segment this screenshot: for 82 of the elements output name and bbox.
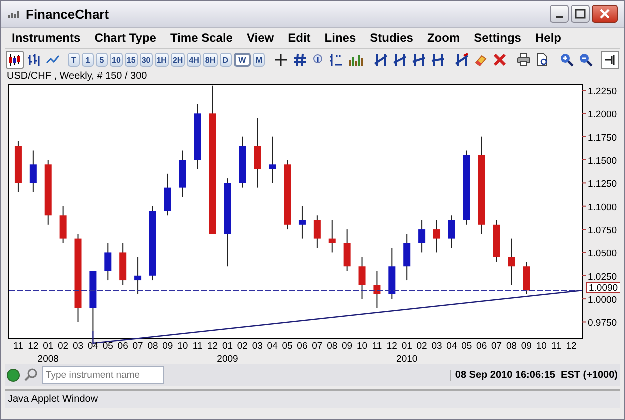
time-axis-label: 10 [178, 341, 188, 352]
menu-item[interactable]: Help [530, 31, 566, 45]
price-axis-label: 1.0000 [588, 295, 618, 306]
time-axis-label: 02 [416, 341, 428, 352]
time-axis-label: 10 [536, 341, 547, 352]
year-label: 2009 [217, 354, 238, 364]
timeframe-button[interactable]: 2H [170, 53, 186, 67]
menu-item[interactable]: Chart Type [90, 31, 162, 45]
time-axis-label: 07 [132, 341, 144, 352]
time-axis-label: 08 [506, 341, 518, 352]
menu-item[interactable]: Settings [469, 31, 526, 45]
time-axis-label: 08 [148, 341, 158, 352]
timeframe-button[interactable]: 8H [203, 53, 218, 67]
timeframe-button[interactable]: T [68, 53, 80, 67]
time-axis-label: 06 [118, 341, 128, 352]
price-axis-label: 1.1750 [588, 132, 618, 144]
menu-item[interactable]: Instruments [7, 31, 86, 45]
time-axis-label: 09 [521, 341, 532, 352]
timeframe-button[interactable]: 1H [154, 53, 169, 67]
menu-item[interactable]: Studies [365, 31, 418, 45]
time-axis-label: 07 [492, 341, 502, 352]
time-axis-label: 12 [208, 341, 218, 352]
time-axis-label: 12 [28, 341, 39, 352]
price-axis-label: 1.2250 [588, 86, 618, 98]
timeframe-button[interactable]: 5 [96, 53, 108, 67]
price-axis-label: 0.9750 [588, 318, 618, 330]
time-axis-label: 04 [446, 341, 458, 352]
time-axis-label: 01 [222, 341, 234, 352]
time-axis-label: 05 [102, 341, 114, 352]
time-axis-label: 03 [72, 341, 84, 352]
current-price-label: 1.0090 [586, 282, 620, 294]
timeframe-button[interactable]: 10 [110, 53, 123, 67]
time-axis-label: 11 [192, 341, 203, 352]
timeframe-button[interactable]: D [220, 53, 232, 67]
year-label: 2010 [396, 354, 418, 364]
price-axis-label: 1.2000 [588, 110, 618, 121]
time-axis-label: 11 [14, 341, 24, 352]
timeframe-button[interactable]: W [234, 53, 252, 67]
time-axis-label: 11 [372, 341, 382, 352]
menu-item[interactable]: Edit [283, 31, 316, 45]
time-axis-label: 01 [402, 341, 412, 352]
menu-item[interactable]: Lines [320, 31, 362, 45]
timeframe-button[interactable]: 30 [140, 53, 153, 67]
timeframe-button[interactable]: 1 [82, 53, 94, 67]
time-axis-label: 03 [252, 341, 263, 352]
time-axis-label: 09 [162, 341, 174, 352]
price-axis-label: 1.0250 [588, 272, 618, 283]
window-title: FinanceChart [26, 6, 110, 22]
time-axis-label: 05 [462, 341, 472, 352]
timeframe-button[interactable]: M [253, 53, 266, 67]
price-axis-label: 1.1500 [588, 156, 618, 168]
time-axis-label: 12 [386, 341, 398, 352]
status-text: Java Applet Window [8, 394, 98, 405]
time-axis-label: 04 [88, 341, 98, 352]
time-axis-label: 04 [267, 341, 278, 352]
time-axis-label: 01 [43, 341, 54, 352]
time-axis-label: 06 [476, 341, 488, 352]
time-axis-label: 11 [552, 341, 562, 352]
time-axis-label: 10 [356, 341, 368, 352]
time-axis-label: 07 [312, 341, 323, 352]
time-axis-label: 03 [432, 341, 442, 352]
time-axis-label: 08 [327, 341, 338, 352]
time-axis-label: 06 [297, 341, 308, 352]
time-axis-label: 09 [342, 341, 353, 352]
time-axis-label: 02 [58, 341, 69, 352]
year-label: 2008 [38, 354, 59, 364]
price-axis-label: 1.1000 [588, 202, 618, 214]
chart-info: USD/CHF , Weekly, # 150 / 300 [6, 71, 148, 82]
price-axis-label: 1.1250 [588, 179, 618, 190]
menu-item[interactable]: Time Scale [165, 31, 238, 45]
menu-item[interactable]: View [242, 31, 280, 45]
menu-item[interactable]: Zoom [422, 31, 466, 45]
price-axis-label: 1.0500 [588, 248, 618, 260]
timeframe-button[interactable]: 4H [187, 53, 202, 67]
price-axis-label: 1.0750 [588, 226, 618, 237]
date-time: 08 Sep 2010 16:06:15 EST (+1000) [450, 370, 618, 380]
timeframe-button[interactable]: 15 [124, 53, 138, 67]
time-axis-label: 12 [566, 341, 577, 352]
time-axis-label: 02 [237, 341, 248, 352]
time-axis-label: 05 [282, 341, 293, 352]
instrument-search-field[interactable]: Type instrument name [42, 366, 164, 384]
ref-line-label: 1.0090 [589, 283, 618, 294]
